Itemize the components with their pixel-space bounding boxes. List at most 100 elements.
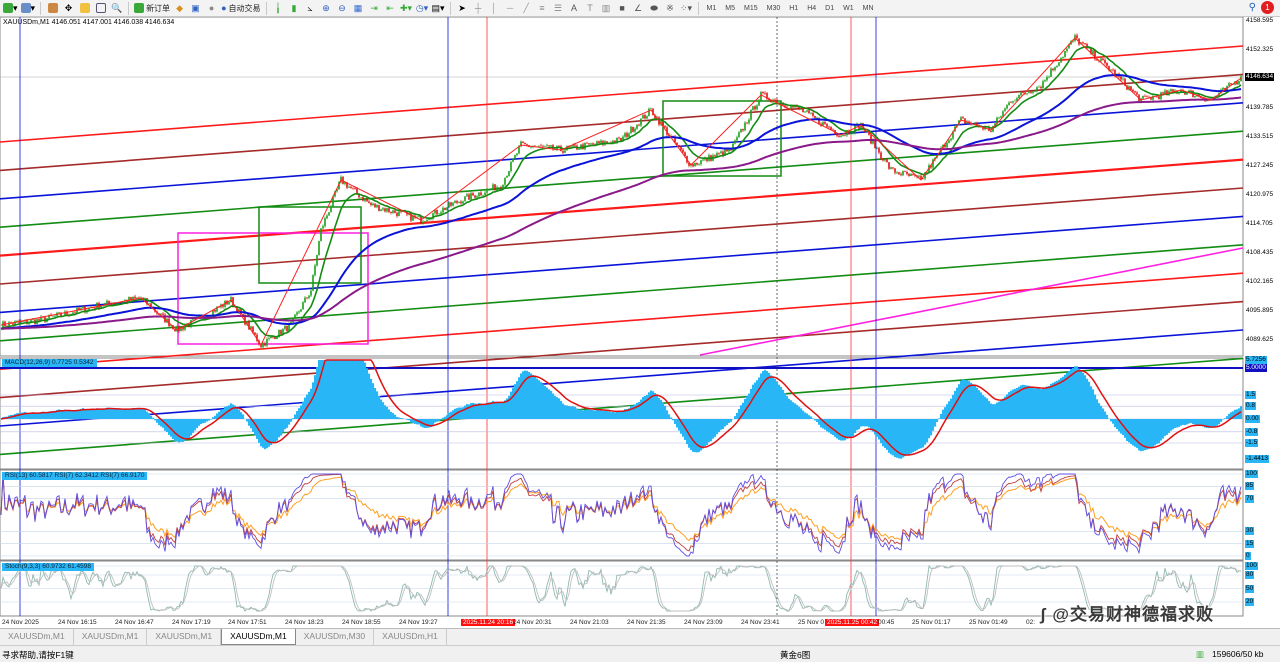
new-chart-button[interactable]: ▾ <box>3 1 18 15</box>
macd-histogram-bar <box>38 413 41 419</box>
macd-histogram-bar <box>1092 389 1095 419</box>
timeframe-m5[interactable]: M5 <box>722 5 738 12</box>
candle <box>512 158 514 162</box>
macd-histogram-bar <box>808 415 811 419</box>
candle <box>1000 116 1002 118</box>
candle <box>52 315 54 317</box>
gann-icon[interactable]: ▥ <box>600 1 613 15</box>
candle <box>1144 95 1146 97</box>
chart-canvas[interactable] <box>0 17 1280 628</box>
angle-icon[interactable]: ∠ <box>632 1 645 15</box>
search-icon[interactable]: ⚲ <box>1249 2 1256 13</box>
chart-tab[interactable]: XAUUSDm,M30 <box>296 629 375 645</box>
pattern-icon[interactable]: ※ <box>664 1 677 15</box>
terminal-icon[interactable] <box>94 1 107 15</box>
vertical-line-icon[interactable]: │ <box>488 1 501 15</box>
macd-histogram-bar <box>1226 416 1229 419</box>
candle <box>38 319 40 321</box>
data-window-icon[interactable]: ✥ <box>62 1 75 15</box>
zoom-in-icon[interactable]: ⊕ <box>320 1 333 15</box>
macd-histogram-bar <box>1164 419 1167 436</box>
bar-chart-icon[interactable]: ╽ <box>272 1 285 15</box>
crosshair-icon[interactable]: ┼ <box>472 1 485 15</box>
chart-tab[interactable]: XAUUSDm,M1 <box>0 629 74 645</box>
candle <box>388 208 390 212</box>
zoom-out-icon[interactable]: ⊖ <box>336 1 349 15</box>
text-label-icon[interactable]: T <box>584 1 597 15</box>
candle <box>762 91 764 93</box>
candle <box>808 110 810 114</box>
macd-histogram-bar <box>1034 388 1037 419</box>
macd-histogram-bar <box>34 413 37 419</box>
macd-histogram-bar <box>984 396 987 419</box>
timeframe-d1[interactable]: D1 <box>822 5 837 12</box>
channel-icon[interactable]: ≡ <box>536 1 549 15</box>
autoscroll-icon[interactable]: ⇥ <box>368 1 381 15</box>
chart-window[interactable]: XAUUSDm,M1 4146.051 4147.001 4146.038 41… <box>0 17 1280 628</box>
macd-histogram-bar <box>588 409 591 419</box>
timeframe-w1[interactable]: W1 <box>840 5 857 12</box>
rectangle-icon[interactable]: ■ <box>616 1 629 15</box>
profiles-button[interactable]: ▾ <box>20 1 35 15</box>
macd-histogram-bar <box>648 392 651 419</box>
timeframe-mn[interactable]: MN <box>860 5 877 12</box>
macd-histogram-bar <box>152 417 155 419</box>
macd-histogram-bar <box>164 419 167 431</box>
macd-histogram-bar <box>1046 386 1049 419</box>
horizontal-line-icon[interactable]: ─ <box>504 1 517 15</box>
macd-histogram-bar <box>794 403 797 419</box>
rsi-tick-label: 70 <box>1245 494 1255 503</box>
text-icon[interactable]: A <box>568 1 581 15</box>
ellipse-icon[interactable]: ⬬ <box>648 1 661 15</box>
auto-trading-button[interactable]: ● 自动交易 <box>221 1 260 15</box>
new-order-button[interactable]: 新订单 <box>134 1 170 15</box>
arrows-button[interactable]: ⁘▾ <box>680 1 693 15</box>
candle <box>890 167 892 169</box>
metaeditor-icon[interactable]: ◆ <box>173 1 186 15</box>
timeframe-m30[interactable]: M30 <box>764 5 784 12</box>
tester-icon[interactable]: 🔍 <box>110 1 123 15</box>
fibonacci-icon[interactable]: ☰ <box>552 1 565 15</box>
macd-histogram-bar <box>392 413 395 419</box>
line-chart-icon[interactable]: ⦣ <box>304 1 317 15</box>
candle <box>826 123 828 127</box>
macd-histogram-bar <box>812 418 815 419</box>
macd-histogram-bar <box>790 400 793 419</box>
trendline-icon[interactable]: ╱ <box>520 1 533 15</box>
timeframe-h4[interactable]: H4 <box>804 5 819 12</box>
macd-histogram-bar <box>880 419 883 444</box>
macd-histogram-bar <box>382 402 385 419</box>
time-tick-label: 00:45 <box>878 619 895 626</box>
chart-tab[interactable]: XAUUSDm,M1 <box>74 629 148 645</box>
signals-icon[interactable]: ▣ <box>189 1 202 15</box>
candle <box>1056 65 1058 68</box>
templates-button[interactable]: ▤▾ <box>432 1 445 15</box>
candle <box>438 213 440 215</box>
chart-tab[interactable]: XAUUSDm,M1 <box>221 629 296 645</box>
timeframe-m15[interactable]: M15 <box>741 5 761 12</box>
chart-shift-icon[interactable]: ⇤ <box>384 1 397 15</box>
macd-histogram-bar <box>1182 419 1185 425</box>
macd-histogram-bar <box>650 390 653 419</box>
navigator-icon[interactable] <box>78 1 91 15</box>
new-order-label: 新订单 <box>146 3 171 13</box>
candle <box>468 194 470 200</box>
chart-tab[interactable]: XAUUSDm,H1 <box>374 629 447 645</box>
cursor-icon[interactable]: ➤ <box>456 1 469 15</box>
tile-windows-icon[interactable]: ▦ <box>352 1 365 15</box>
indicators-button[interactable]: ✚▾ <box>400 1 413 15</box>
market-watch-icon[interactable] <box>46 1 59 15</box>
chart-tab[interactable]: XAUUSDm,M1 <box>147 629 222 645</box>
timeframe-h1[interactable]: H1 <box>786 5 801 12</box>
notification-badge[interactable]: 1 <box>1261 1 1274 14</box>
macd-histogram-bar <box>614 412 617 419</box>
candle <box>82 306 84 309</box>
macd-histogram-bar <box>338 360 341 419</box>
globe-icon[interactable]: ● <box>205 1 218 15</box>
candle <box>424 221 426 222</box>
stoch-tick-label: 80 <box>1245 571 1255 579</box>
periods-button[interactable]: ◷▾ <box>416 1 429 15</box>
macd-histogram-bar <box>206 419 209 422</box>
timeframe-m1[interactable]: M1 <box>704 5 720 12</box>
candlestick-icon[interactable]: ▮ <box>288 1 301 15</box>
